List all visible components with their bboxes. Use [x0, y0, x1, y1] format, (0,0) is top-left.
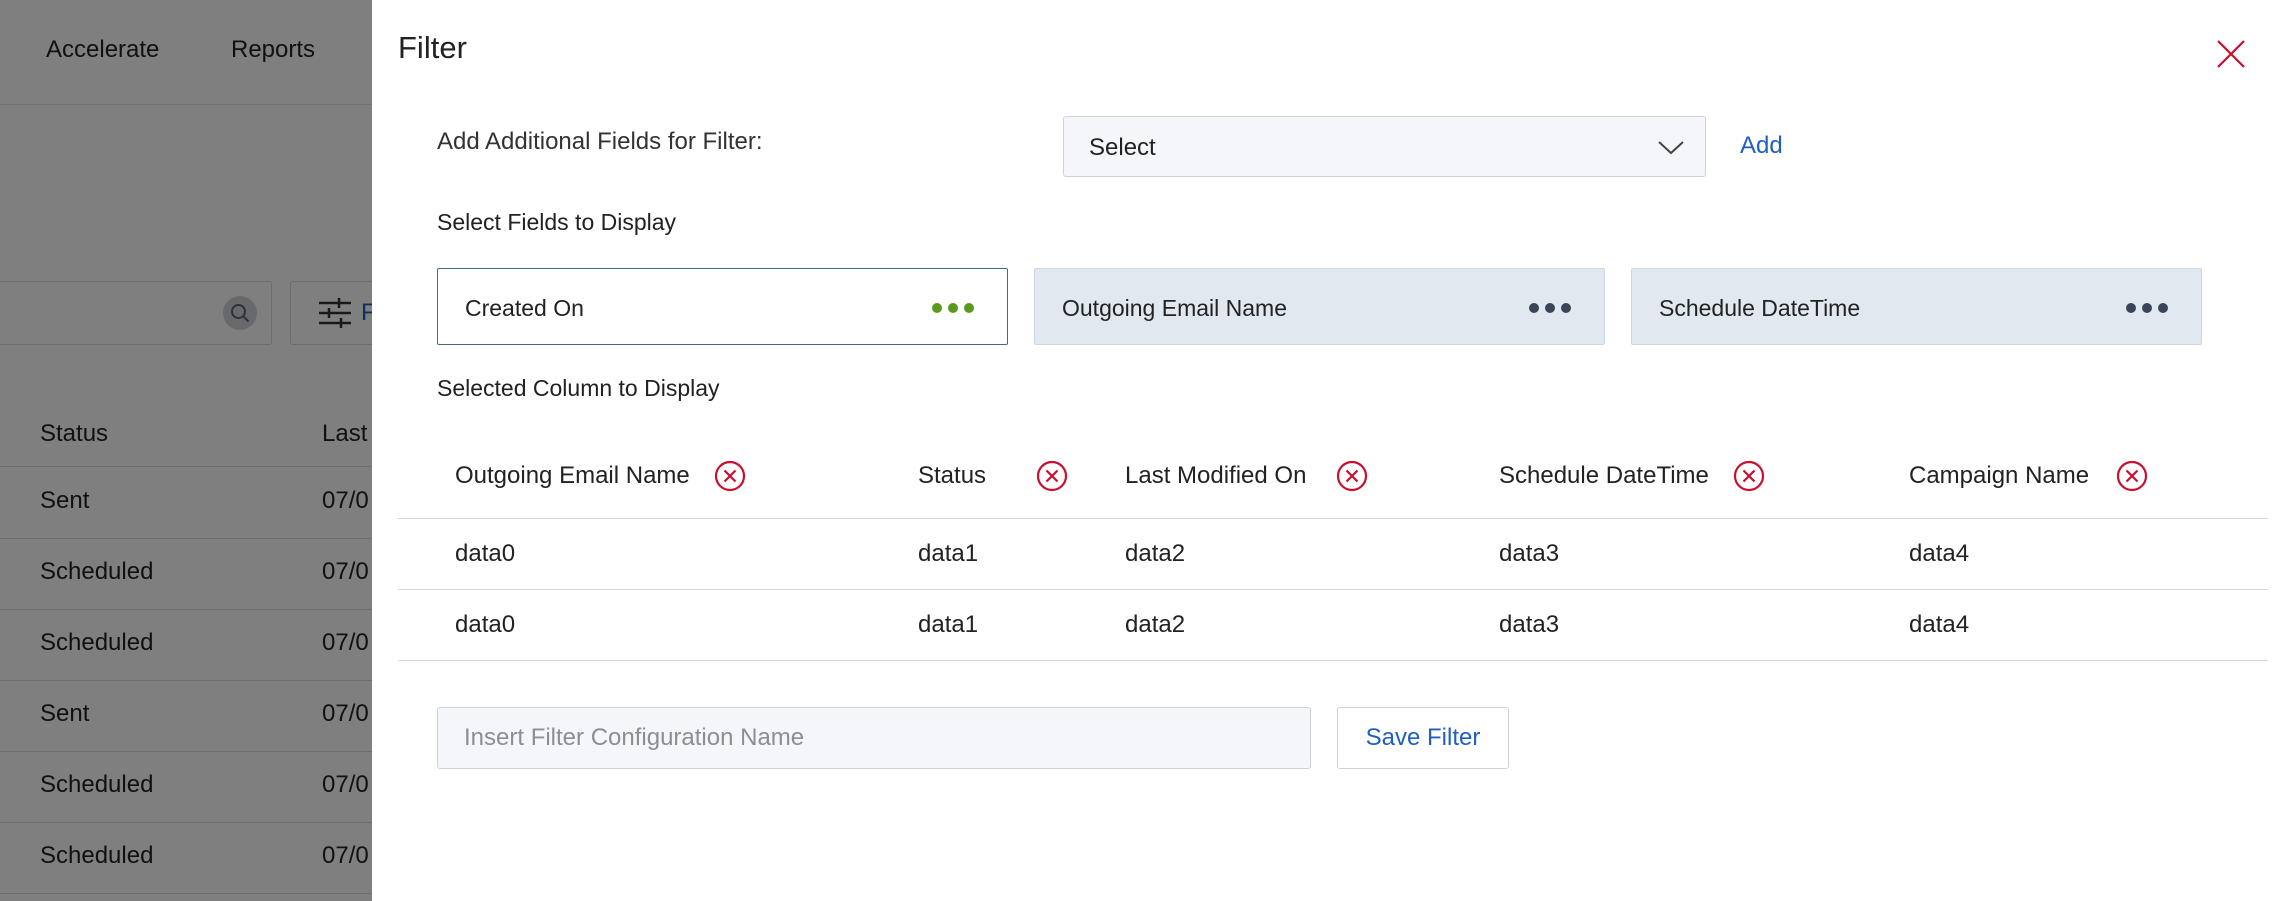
field-card-created-on[interactable]: Created On — [437, 268, 1008, 345]
close-icon — [2217, 40, 2245, 68]
table-cell: data2 — [1125, 611, 1186, 638]
remove-column-button[interactable] — [1733, 460, 1765, 492]
panel-title: Filter — [398, 30, 467, 65]
filter-panel: Filter Add Additional Fields for Filter:… — [372, 0, 2283, 901]
table-row: data0 data1 data2 data3 data4 — [398, 590, 2268, 661]
table-row: data0 data1 data2 data3 data4 — [398, 519, 2268, 590]
table-cell: data1 — [918, 611, 979, 638]
table-cell: data1 — [918, 540, 979, 567]
add-field-link[interactable]: Add — [1740, 132, 1783, 160]
remove-circle-icon — [1036, 460, 1068, 492]
more-options-icon[interactable] — [1528, 302, 1572, 314]
remove-circle-icon — [714, 460, 746, 492]
remove-column-button[interactable] — [1336, 460, 1368, 492]
table-cell: data0 — [455, 611, 516, 638]
remove-circle-icon — [1733, 460, 1765, 492]
field-select-dropdown[interactable]: Select — [1063, 116, 1706, 177]
table-cell: data3 — [1499, 611, 1560, 638]
table-cell: data4 — [1909, 611, 1970, 638]
column-header-last-modified-on: Last Modified On — [1125, 462, 1307, 489]
selected-columns-label: Selected Column to Display — [437, 375, 720, 401]
field-card-label: Outgoing Email Name — [1062, 295, 1287, 321]
remove-column-button[interactable] — [1036, 460, 1068, 492]
add-fields-label: Add Additional Fields for Filter: — [437, 128, 763, 155]
more-options-icon[interactable] — [2125, 302, 2169, 314]
remove-circle-icon — [2116, 460, 2148, 492]
more-options-icon[interactable] — [931, 302, 975, 314]
remove-column-button[interactable] — [2116, 460, 2148, 492]
remove-circle-icon — [1336, 460, 1368, 492]
column-header-status: Status — [918, 462, 987, 489]
close-button[interactable] — [2213, 36, 2249, 72]
column-header-outgoing-email-name: Outgoing Email Name — [455, 462, 690, 489]
fields-to-display-label: Select Fields to Display — [437, 209, 677, 235]
column-header-campaign-name: Campaign Name — [1909, 462, 2090, 489]
field-card-outgoing-email-name[interactable]: Outgoing Email Name — [1034, 268, 1605, 345]
remove-column-button[interactable] — [714, 460, 746, 492]
field-card-label: Created On — [465, 295, 584, 321]
save-filter-button[interactable]: Save Filter — [1337, 707, 1509, 769]
selected-columns-table: Outgoing Email Name Status Last Modified… — [398, 440, 2268, 661]
field-card-label: Schedule DateTime — [1659, 295, 1861, 321]
table-cell: data2 — [1125, 540, 1186, 567]
column-header-schedule-datetime: Schedule DateTime — [1499, 462, 1709, 489]
field-select-value: Select — [1089, 134, 1156, 161]
filter-config-name-input[interactable] — [437, 707, 1311, 769]
chevron-down-icon — [1658, 141, 1684, 155]
field-card-schedule-datetime[interactable]: Schedule DateTime — [1631, 268, 2202, 345]
table-cell: data0 — [455, 540, 516, 567]
table-cell: data4 — [1909, 540, 1970, 567]
table-cell: data3 — [1499, 540, 1560, 567]
table-header: Outgoing Email Name Status Last Modified… — [398, 440, 2268, 519]
